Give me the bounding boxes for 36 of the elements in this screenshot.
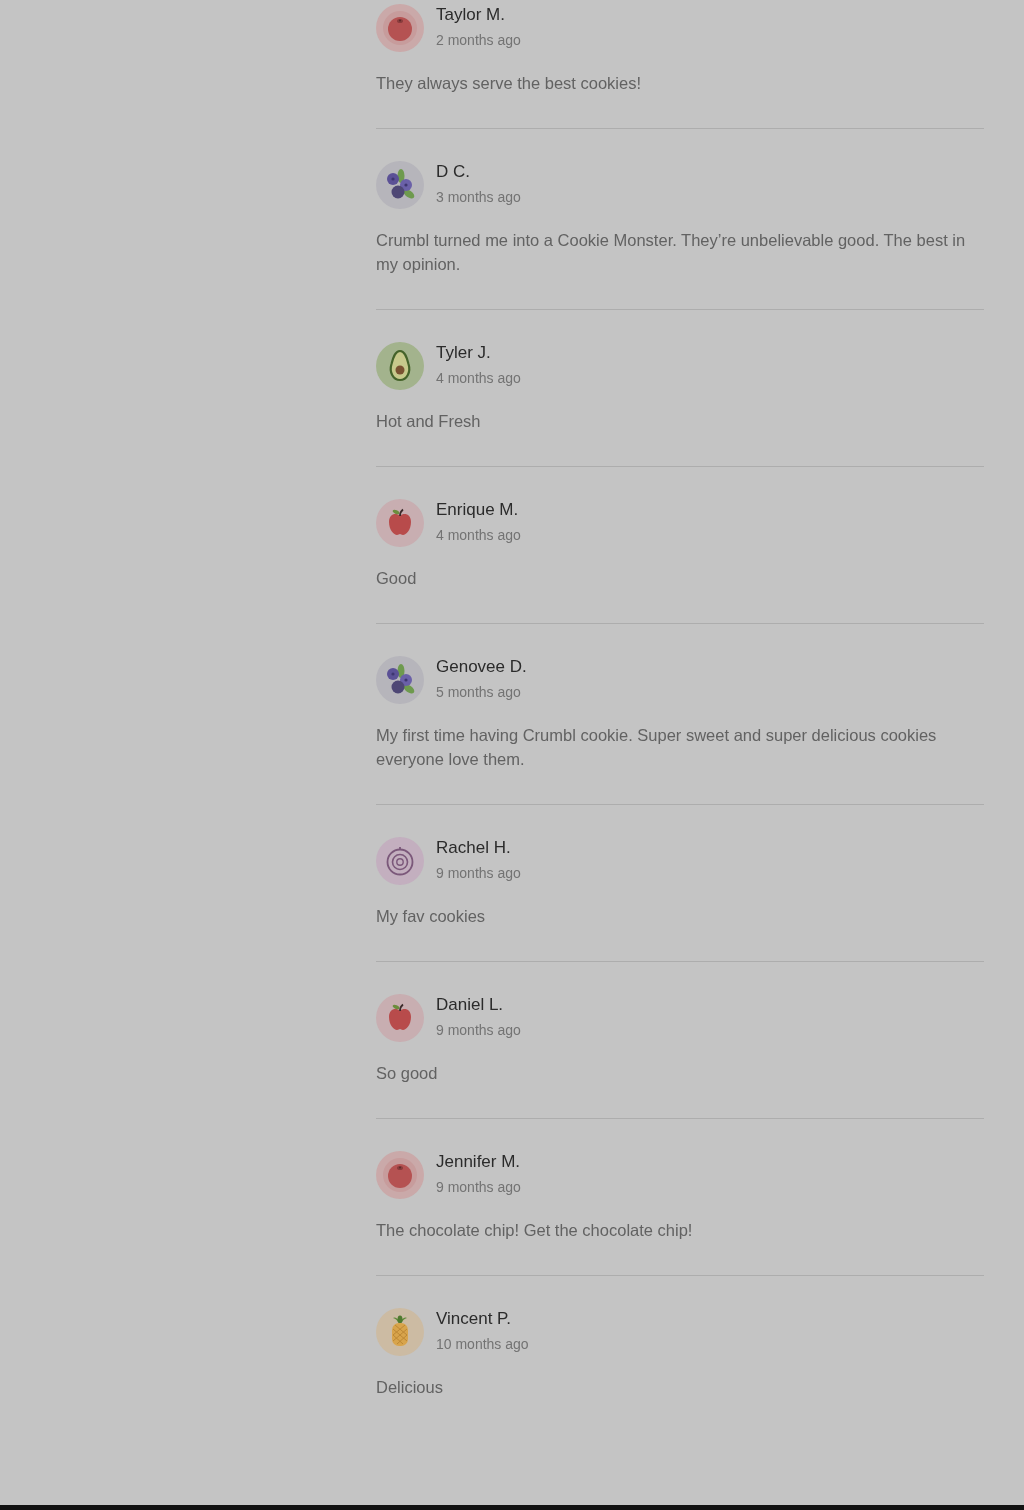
review-date: 9 months ago — [436, 1178, 521, 1197]
blueberries-icon — [376, 656, 424, 704]
review-text: My fav cookies — [376, 906, 487, 927]
review-date: 9 months ago — [436, 864, 521, 883]
review-date: 9 months ago — [436, 1021, 521, 1040]
review-date: 10 months ago — [436, 1335, 529, 1354]
apple-icon — [376, 994, 424, 1042]
reviewer-name: Genovee D. — [436, 657, 527, 677]
review-date: 4 months ago — [436, 526, 521, 545]
tomato-icon — [376, 1151, 424, 1199]
pineapple-icon — [376, 1308, 424, 1356]
review-text: My first time having Crumbl cookie. Super sweet and super delicious cookies everyone love them. — [376, 725, 938, 770]
tomato-icon — [376, 4, 424, 52]
blueberries-icon — [376, 161, 424, 209]
reviewer-name: Daniel L. — [436, 995, 505, 1015]
reviewer-name: Tyler J. — [436, 343, 492, 363]
review-text: Good — [376, 568, 418, 589]
review-text: Delicious — [376, 1377, 444, 1398]
reviewer-name: Taylor M. — [436, 5, 506, 25]
reviewer-name: Vincent P. — [436, 1309, 512, 1329]
avocado-icon — [376, 342, 424, 390]
reviewer-name: Rachel H. — [436, 838, 512, 858]
reviewer-name: Enrique M. — [436, 500, 520, 520]
review-date: 3 months ago — [436, 188, 521, 207]
review-text: Hot and Fresh — [376, 411, 482, 432]
review-date: 2 months ago — [436, 31, 521, 50]
review-date: 5 months ago — [436, 683, 522, 702]
onion-icon — [376, 837, 424, 885]
review-text: So good — [376, 1063, 439, 1084]
review-date: 4 months ago — [436, 369, 521, 388]
reviewer-name: D C. — [436, 162, 471, 182]
review-text: Crumbl turned me into a Cookie Monster. They’re unbelievable good. The best in my opinion. — [376, 230, 967, 275]
review-text: The chocolate chip! Get the chocolate chip! — [376, 1220, 694, 1241]
reviewer-name: Jennifer M. — [436, 1152, 521, 1172]
review-text: They always serve the best cookies! — [376, 73, 643, 94]
apple-icon — [376, 499, 424, 547]
